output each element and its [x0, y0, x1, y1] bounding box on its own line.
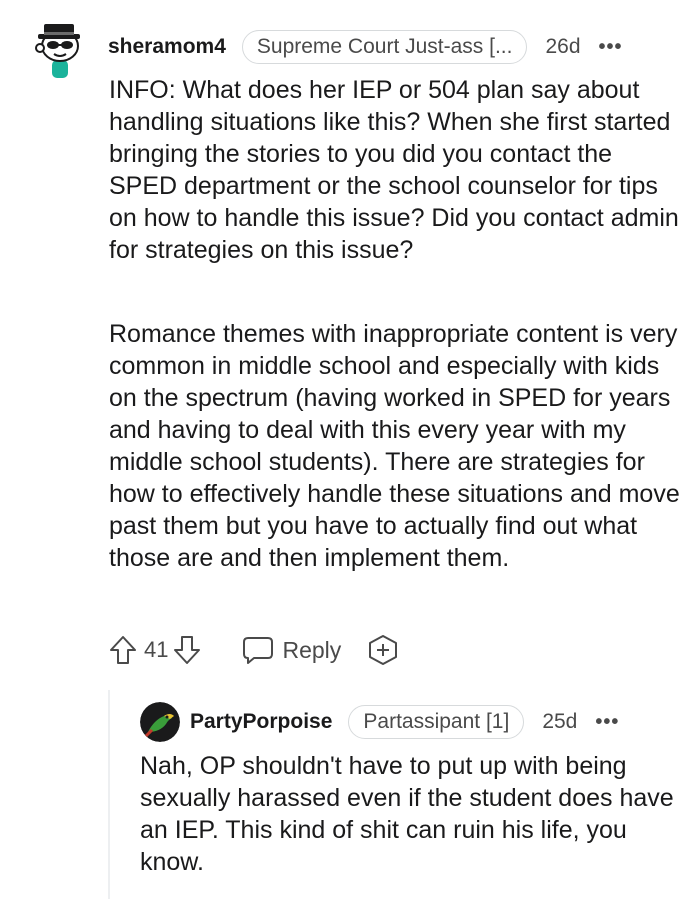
- reply-header: PartyPorpoise Partassipant [1] 25d •••: [190, 704, 619, 740]
- arrow-up-icon: [110, 636, 136, 664]
- comment-header: sheramom4 Supreme Court Just-ass [... 26…: [108, 30, 623, 64]
- upvote-button[interactable]: [108, 634, 138, 666]
- reply-age[interactable]: 25d: [542, 710, 577, 734]
- reply-user-avatar[interactable]: [140, 702, 180, 742]
- vote-count: 41: [144, 637, 169, 662]
- user-avatar[interactable]: [30, 14, 88, 80]
- comment-actions: 41 Reply: [108, 630, 399, 670]
- downvote-button[interactable]: [172, 634, 202, 666]
- comment-paragraph-1: INFO: What does her IEP or 504 plan say …: [109, 76, 679, 264]
- speech-bubble-icon: [243, 637, 274, 664]
- reply-label: Reply: [282, 636, 342, 663]
- thread-line[interactable]: [108, 690, 110, 899]
- reply-more-options-icon[interactable]: •••: [595, 711, 619, 734]
- username-link[interactable]: sheramom4: [108, 35, 226, 59]
- reply-username-link[interactable]: PartyPorpoise: [190, 710, 332, 734]
- parrot-avatar-icon: [140, 702, 180, 742]
- add-award-icon: [369, 635, 398, 665]
- more-options-icon[interactable]: •••: [599, 36, 623, 59]
- user-flair: Supreme Court Just-ass [...: [241, 30, 528, 64]
- arrow-down-icon: [174, 636, 201, 664]
- reply-user-flair: Partassipant [1]: [348, 705, 525, 739]
- reply-button[interactable]: Reply: [242, 635, 341, 665]
- award-button[interactable]: [367, 634, 399, 666]
- comment-age[interactable]: 26d: [545, 35, 580, 59]
- reply-text: Nah, OP shouldn't have to put up with be…: [140, 752, 674, 876]
- comment-paragraph-2: Romance themes with inappropriate conten…: [109, 320, 680, 572]
- snoo-avatar-icon: [35, 24, 80, 78]
